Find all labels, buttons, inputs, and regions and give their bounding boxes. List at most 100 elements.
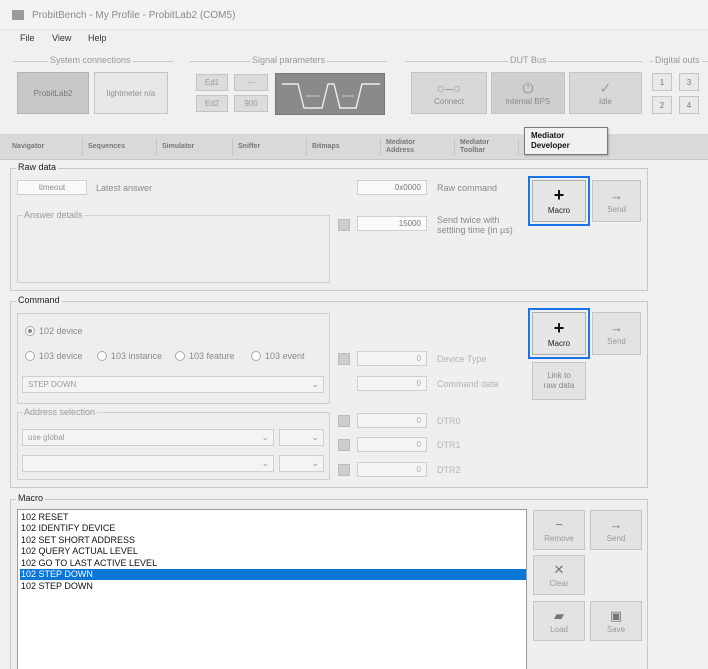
save-button[interactable]: ▣ Save (590, 601, 642, 641)
tab-simulator[interactable]: Simulator (162, 134, 194, 160)
list-item[interactable]: 102 GO TO LAST ACTIVE LEVEL (20, 558, 526, 569)
tab-separator (518, 138, 519, 156)
device-type-checkbox[interactable] (338, 353, 350, 365)
list-item[interactable]: 102 SET SHORT ADDRESS (20, 535, 526, 546)
signal-button-b[interactable]: 900 (234, 95, 268, 112)
radio-103-event[interactable] (251, 351, 261, 361)
probitlab2-button[interactable]: ProbitLab2 (17, 72, 89, 114)
tab-sniffer[interactable]: Sniffer (238, 134, 260, 160)
raw-macro-label: Macro (547, 206, 571, 215)
digital-out-3[interactable]: 3 (679, 73, 699, 91)
load-button[interactable]: ▰ Load (533, 601, 585, 641)
digital-out-2[interactable]: 2 (652, 96, 672, 114)
address-sub-select[interactable]: ⌄ (279, 429, 324, 446)
list-item[interactable]: 102 STEP DOWN (20, 581, 526, 592)
menu-view[interactable]: View (52, 33, 71, 43)
remove-button[interactable]: − Remove (533, 510, 585, 550)
radio-103-feature-label: 103 feature (189, 351, 235, 361)
folder-icon: ▰ (554, 607, 564, 623)
radio-103-feature[interactable] (175, 351, 185, 361)
digital-outs-caption: Digital outs (653, 55, 702, 65)
clear-label: Clear (549, 578, 569, 588)
tab-separator (380, 138, 381, 156)
signal-parameters-caption: Signal parameters (250, 55, 328, 65)
arrow-right-icon: → (610, 320, 623, 335)
link-label-1: Link to (547, 371, 571, 380)
answer-details-title: Answer details (22, 210, 85, 220)
address-group-sub-select[interactable]: ⌄ (279, 455, 324, 472)
device-type-input[interactable]: 0 (357, 351, 427, 366)
command-add-macro-button[interactable]: + Macro (532, 312, 586, 355)
tab-separator (232, 138, 233, 156)
timeout-field: timeout (17, 180, 87, 195)
radio-103-instance[interactable] (97, 351, 107, 361)
list-item[interactable]: 102 IDENTIFY DEVICE (20, 523, 526, 534)
tab-separator (306, 138, 307, 156)
dtr0-checkbox[interactable] (338, 415, 350, 427)
radio-103-device[interactable] (25, 351, 35, 361)
connect-label: Connect (434, 96, 464, 106)
close-icon: ✕ (553, 561, 565, 577)
address-group-select[interactable]: ⌄ (22, 455, 274, 472)
power-icon: ⏻ (522, 79, 534, 96)
list-item-selected[interactable]: 102 STEP DOWN (20, 569, 526, 580)
link-to-raw-data-button[interactable]: Link to raw data (532, 362, 586, 400)
list-item[interactable]: 102 QUERY ACTUAL LEVEL (20, 546, 526, 557)
idle-button[interactable]: ✓ Idle (569, 72, 642, 114)
list-item[interactable]: 102 RESET (20, 512, 526, 523)
tab-separator (82, 138, 83, 156)
tab-mediator-address[interactable]: Mediator Address (386, 134, 426, 160)
command-send-button[interactable]: → Send (592, 312, 641, 355)
clear-button[interactable]: ✕ Clear (533, 555, 585, 595)
dtr1-checkbox[interactable] (338, 439, 350, 451)
tab-bitmaps[interactable]: Bitmaps (312, 134, 340, 160)
settling-time-input[interactable]: 15000 (357, 216, 427, 231)
ed2-button[interactable]: Ed2 (196, 95, 228, 112)
tab-navigator[interactable]: Navigator (12, 134, 44, 160)
digital-out-1[interactable]: 1 (652, 73, 672, 91)
radio-102-device-label: 102 device (39, 326, 83, 336)
macro-title: Macro (16, 493, 46, 503)
raw-add-macro-button[interactable]: + Macro (532, 180, 586, 222)
dtr0-label: DTR0 (437, 416, 461, 426)
chevron-down-icon: ⌄ (261, 458, 269, 468)
raw-send-button[interactable]: → Send (592, 180, 641, 222)
dtr2-input[interactable]: 0 (357, 462, 427, 477)
signal-waveform-button[interactable] (275, 73, 385, 115)
radio-103-device-label: 103 device (39, 351, 83, 361)
dtr2-label: DTR2 (437, 465, 461, 475)
command-select[interactable]: STEP DOWN ⌄ (22, 376, 324, 393)
internal-bps-button[interactable]: ⏻ internal BPS (491, 72, 565, 114)
tab-mediator-toolbar[interactable]: Mediator Toolbar (460, 134, 500, 160)
tab-sequences[interactable]: Sequences (88, 134, 125, 160)
arrow-right-icon: → (609, 516, 623, 532)
macro-list[interactable]: 102 RESET 102 IDENTIFY DEVICE 102 SET SH… (17, 509, 527, 669)
radio-103-event-label: 103 event (265, 351, 305, 361)
connect-icon: ○–○ (436, 79, 462, 96)
internal-bps-label: internal BPS (505, 96, 551, 106)
macro-send-button[interactable]: → Send (590, 510, 642, 550)
latest-answer-label: Latest answer (96, 183, 153, 193)
menu-help[interactable]: Help (88, 33, 107, 43)
dtr1-input[interactable]: 0 (357, 437, 427, 452)
signal-button-a[interactable]: --- (234, 74, 268, 91)
chevron-down-icon: ⌄ (311, 432, 319, 442)
command-title: Command (16, 295, 62, 305)
dtr0-input[interactable]: 0 (357, 413, 427, 428)
ed1-button[interactable]: Ed1 (196, 74, 228, 91)
address-selection-title: Address selection (22, 407, 98, 417)
raw-send-label: Send (607, 204, 626, 214)
radio-102-device[interactable] (25, 326, 35, 336)
send-twice-checkbox[interactable] (338, 219, 350, 231)
tab-separator (454, 138, 455, 156)
address-select[interactable]: use global ⌄ (22, 429, 274, 446)
macro-send-label: Send (606, 533, 626, 543)
digital-out-4[interactable]: 4 (679, 96, 699, 114)
lightmeter-button[interactable]: lightmeter n/a (94, 72, 168, 114)
dtr2-checkbox[interactable] (338, 464, 350, 476)
dut-bus-caption: DUT Bus (508, 55, 549, 65)
connect-button[interactable]: ○–○ Connect (411, 72, 487, 114)
command-data-input[interactable]: 0 (357, 376, 427, 391)
menu-file[interactable]: File (20, 33, 35, 43)
raw-command-input[interactable]: 0x0000 (357, 180, 427, 195)
